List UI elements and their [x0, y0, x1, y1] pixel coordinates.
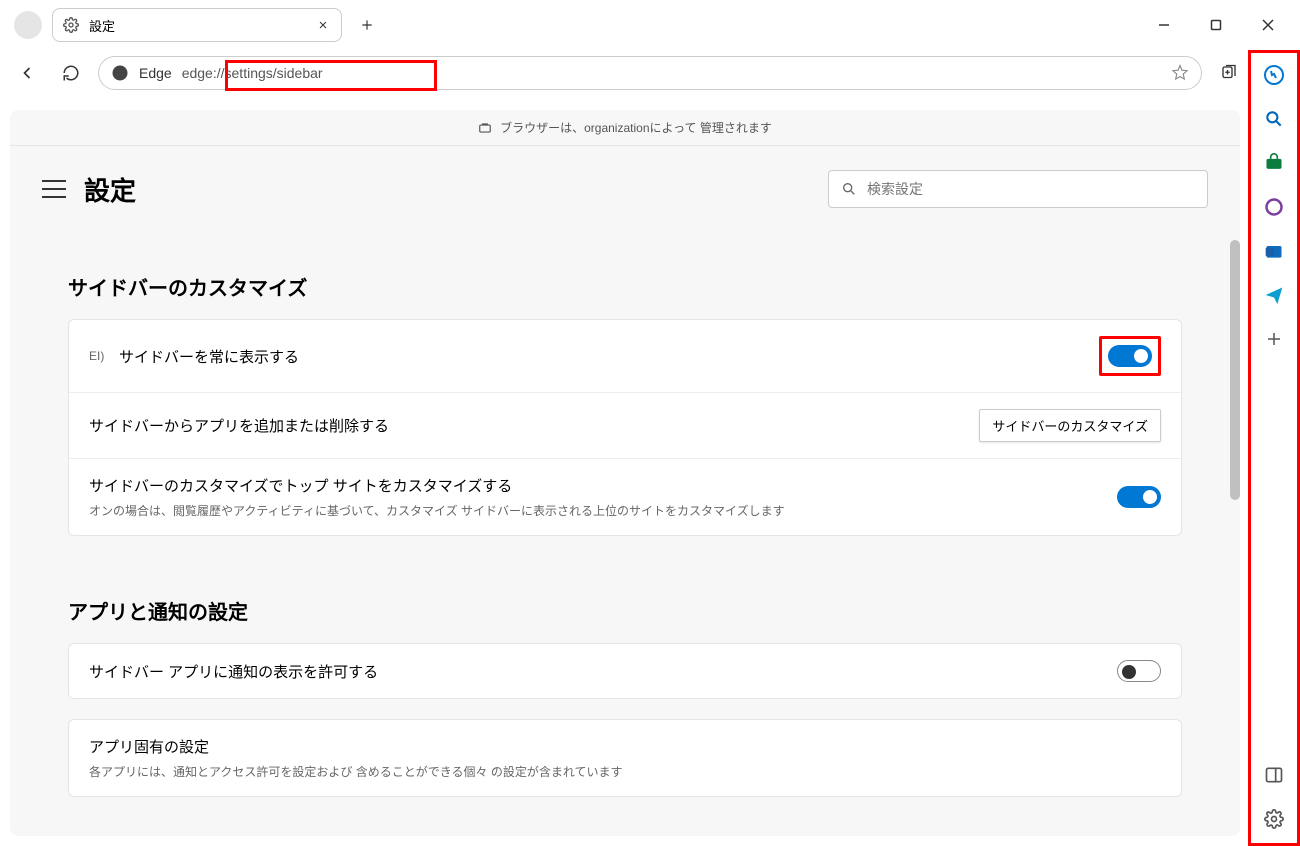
toolbar: Edge edge://settings/sidebar	[0, 50, 1300, 96]
shopping-icon[interactable]	[1262, 151, 1286, 175]
maximize-button[interactable]	[1202, 11, 1230, 39]
section-title-apps: アプリと通知の設定	[68, 596, 1182, 625]
row-customize-top-sites: サイドバーのカスタマイズでトップ サイトをカスタマイズする オンの場合は、閲覧履…	[69, 459, 1181, 535]
plus-icon[interactable]	[1262, 327, 1286, 351]
row-always-show-sidebar: EI) サイドバーを常に表示する	[69, 320, 1181, 393]
apps-settings-card: サイドバー アプリに通知の表示を許可する	[68, 643, 1182, 699]
customize-sidebar-button[interactable]: サイドバーのカスタマイズ	[979, 409, 1161, 442]
search-icon[interactable]	[1262, 107, 1286, 131]
highlight-annotation	[1099, 336, 1161, 376]
settings-icon[interactable]	[1262, 807, 1286, 831]
settings-page: ブラウザーは、organizationによって 管理されます 設定 サイドバーの…	[10, 110, 1240, 836]
toggle-allow-notifications[interactable]	[1117, 660, 1161, 682]
browser-tab[interactable]: 設定	[52, 8, 342, 42]
row-label: アプリ固有の設定	[89, 736, 1161, 757]
search-input[interactable]	[867, 181, 1195, 197]
close-button[interactable]	[1254, 11, 1282, 39]
section-title-sidebar: サイドバーのカスタマイズ	[68, 272, 1182, 301]
new-tab-button[interactable]	[350, 8, 384, 42]
row-leading: EI)	[89, 349, 119, 363]
outlook-icon[interactable]	[1262, 239, 1286, 263]
bing-icon[interactable]	[1262, 63, 1286, 87]
toggle-always-show-sidebar[interactable]	[1108, 345, 1152, 367]
favorite-icon[interactable]	[1171, 64, 1189, 82]
titlebar: 設定	[0, 0, 1300, 50]
row-label: サイドバーのカスタマイズでトップ サイトをカスタマイズする	[89, 475, 1117, 496]
managed-text: ブラウザーは、organizationによって 管理されます	[500, 119, 772, 136]
managed-bar: ブラウザーは、organizationによって 管理されます	[10, 110, 1240, 146]
menu-button[interactable]	[42, 177, 66, 201]
row-app-specific: アプリ固有の設定 各アプリには、通知とアクセス許可を設定および 含めることができ…	[69, 720, 1181, 796]
row-label: サイドバー アプリに通知の表示を許可する	[89, 661, 1117, 682]
row-desc: オンの場合は、閲覧履歴やアクティビティに基づいて、カスタマイズ サイドバーに表示…	[89, 502, 1117, 519]
profile-avatar[interactable]	[14, 11, 42, 39]
sidebar-settings-card: EI) サイドバーを常に表示する サイドバーからアプリを追加または削除する サイ…	[68, 319, 1182, 536]
minimize-button[interactable]	[1150, 11, 1178, 39]
page-title: 設定	[84, 171, 136, 208]
tab-title: 設定	[89, 16, 305, 35]
gear-icon	[63, 17, 79, 33]
row-label: サイドバーを常に表示する	[119, 346, 1099, 367]
refresh-button[interactable]	[54, 56, 88, 90]
app-specific-card[interactable]: アプリ固有の設定 各アプリには、通知とアクセス許可を設定および 含めることができ…	[68, 719, 1182, 797]
row-desc: 各アプリには、通知とアクセス許可を設定および 含めることができる個々 の設定が含…	[89, 763, 1161, 780]
row-add-remove-apps: サイドバーからアプリを追加または削除する サイドバーのカスタマイズ	[69, 393, 1181, 459]
settings-header: 設定	[10, 146, 1240, 232]
collections-button[interactable]	[1212, 56, 1246, 90]
office-icon[interactable]	[1262, 195, 1286, 219]
row-allow-notifications: サイドバー アプリに通知の表示を許可する	[69, 644, 1181, 698]
window-controls	[1150, 11, 1292, 39]
row-label: サイドバーからアプリを追加または削除する	[89, 415, 979, 436]
url-scheme-label: Edge	[139, 65, 172, 81]
edge-logo-icon	[111, 64, 129, 82]
settings-search[interactable]	[828, 170, 1208, 208]
send-icon[interactable]	[1262, 283, 1286, 307]
panel-icon[interactable]	[1262, 763, 1286, 787]
tab-close-button[interactable]	[315, 17, 331, 33]
back-button[interactable]	[10, 56, 44, 90]
toggle-customize-top-sites[interactable]	[1117, 486, 1161, 508]
settings-content: サイドバーのカスタマイズ EI) サイドバーを常に表示する サイドバーからアプリ…	[10, 232, 1240, 798]
url-bar[interactable]: Edge edge://settings/sidebar	[98, 56, 1202, 90]
url-text: edge://settings/sidebar	[182, 65, 323, 81]
scrollbar[interactable]	[1230, 240, 1240, 500]
edge-sidebar	[1248, 50, 1300, 846]
